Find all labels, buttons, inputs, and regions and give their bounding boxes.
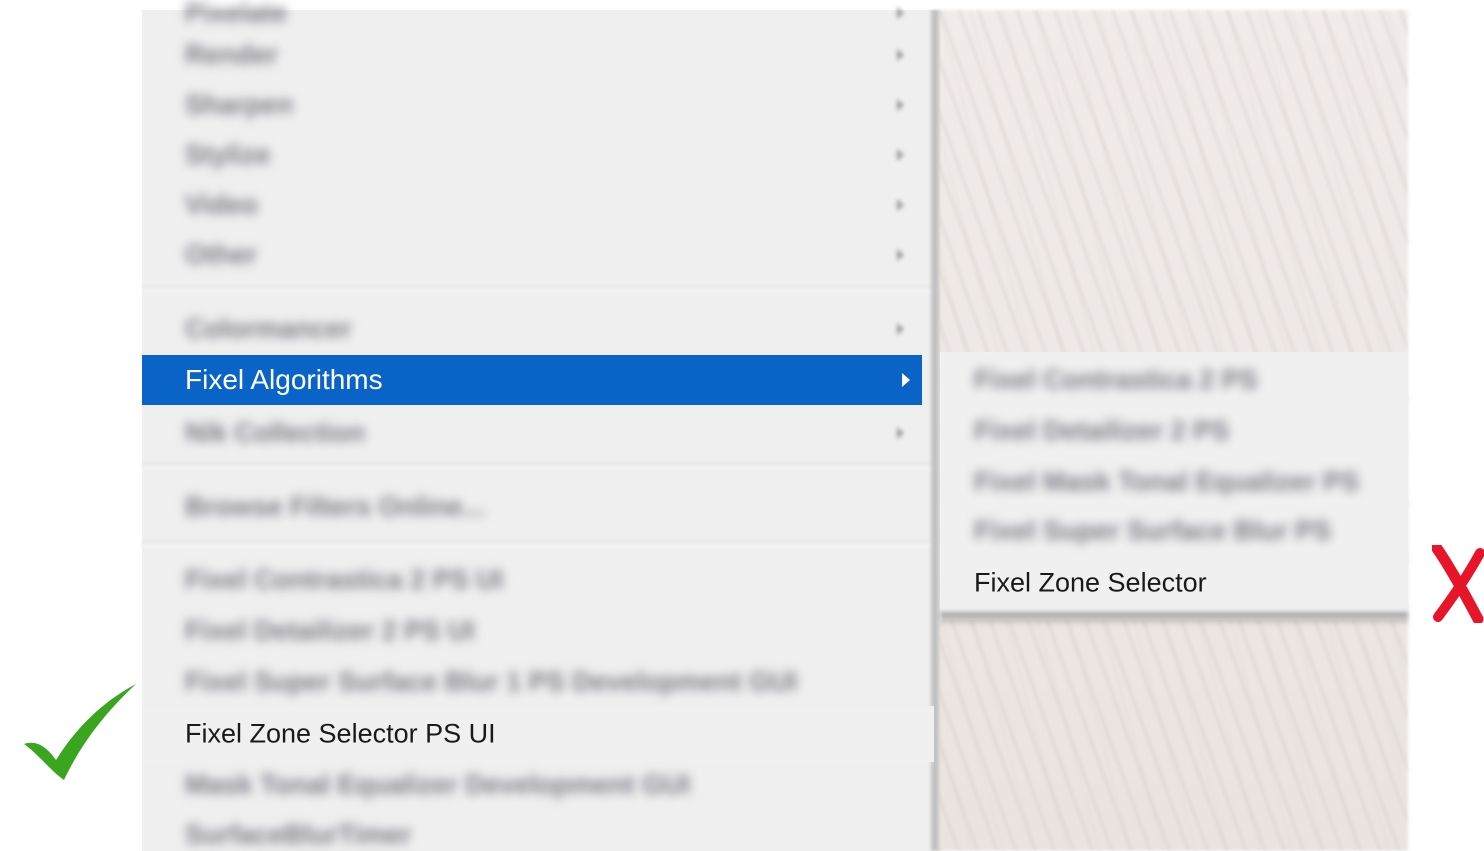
menu-item-surface-blur-timer[interactable]: SurfaceBlurTimer [142, 810, 934, 851]
menu-item-fixel-contrastica[interactable]: Fixel Contrastica 2 PS UI [142, 555, 934, 605]
menu-item-label: SurfaceBlurTimer [185, 819, 412, 850]
menu-item-label: Other [185, 239, 258, 270]
menu-item-mask-tonal-equalizer[interactable]: Mask Tonal Equalizer Development GUI [142, 760, 934, 810]
menu-item-fixel-algorithms[interactable]: Fixel Algorithms [142, 355, 922, 405]
submenu-item-super-surface-blur[interactable]: Fixel Super Surface Blur PS [940, 506, 1408, 556]
menu-item-fixel-detailizer[interactable]: Fixel Detailizer 2 PS UI [142, 606, 934, 656]
submenu-item-fixel-zone-selector[interactable]: Fixel Zone Selector [940, 558, 1408, 608]
menu-item-video[interactable]: Video [142, 180, 934, 230]
menu-item-label: Pixelate [185, 0, 288, 28]
menu-item-stylize[interactable]: Stylize [142, 130, 934, 180]
menu-item-label: Fixel Super Surface Blur 1 PS Developmen… [185, 666, 798, 697]
check-shape [24, 684, 136, 780]
menu-item-colormancer[interactable]: Colormancer [142, 304, 934, 354]
menu-separator [142, 285, 934, 293]
menu-item-label: Fixel Detailizer 2 PS UI [185, 615, 475, 646]
menu-separator [142, 462, 934, 470]
menu-item-browse-filters[interactable]: Browse Filters Online... [142, 482, 934, 532]
menu-item-sharpen[interactable]: Sharpen [142, 80, 934, 130]
menu-item-fixel-super-surface-blur[interactable]: Fixel Super Surface Blur 1 PS Developmen… [142, 657, 934, 707]
submenu-arrow-icon [897, 199, 904, 211]
menu-item-label: Fixel Algorithms [185, 364, 383, 395]
fixel-algorithms-submenu: Fixel Contrastica 2 PS Fixel Detailizer … [940, 352, 1408, 620]
green-check-icon [24, 684, 136, 780]
menu-separator [142, 540, 934, 548]
red-x-icon [1432, 545, 1484, 623]
menu-item-label: Render [185, 39, 279, 70]
menu-item-fixel-zone-selector-ps-ui[interactable]: Fixel Zone Selector PS UI [142, 706, 934, 762]
menu-item-render[interactable]: Render [142, 30, 934, 80]
menu-item-label: Fixel Zone Selector PS UI [185, 718, 496, 749]
menu-item-label: Fixel Contrastica 2 PS UI [185, 564, 504, 595]
submenu-item-label: Fixel Detailizer 2 PS [974, 415, 1230, 446]
submenu-item-contrastica[interactable]: Fixel Contrastica 2 PS [940, 355, 1408, 405]
menu-item-label: Nik Collection [185, 417, 366, 448]
menu-item-label: Sharpen [185, 89, 294, 120]
menu-item-nik-collection[interactable]: Nik Collection [142, 408, 934, 458]
submenu-item-label: Fixel Zone Selector [974, 567, 1207, 598]
submenu-arrow-icon [897, 149, 904, 161]
submenu-arrow-icon [897, 427, 904, 439]
submenu-arrow-icon [897, 99, 904, 111]
submenu-item-label: Fixel Contrastica 2 PS [974, 364, 1258, 395]
submenu-arrow-icon [897, 49, 904, 61]
submenu-item-detailizer[interactable]: Fixel Detailizer 2 PS [940, 406, 1408, 456]
submenu-arrow-icon [902, 373, 910, 387]
submenu-arrow-icon [897, 249, 904, 261]
submenu-arrow-icon [897, 7, 904, 19]
submenu-item-mask-tonal-equalizer[interactable]: Fixel Mask Tonal Equalizer PS [940, 457, 1408, 507]
submenu-shadow [940, 612, 1408, 626]
submenu-arrow-icon [897, 323, 904, 335]
menu-item-other[interactable]: Other [142, 230, 934, 280]
submenu-item-label: Fixel Super Surface Blur PS [974, 515, 1332, 546]
screenshot-stage: Pixelate Render Sharpen Stylize Video Ot… [0, 0, 1484, 851]
menu-item-label: Colormancer [185, 313, 352, 344]
menu-item-label: Browse Filters Online... [185, 491, 486, 522]
submenu-item-label: Fixel Mask Tonal Equalizer PS [974, 466, 1360, 497]
menu-item-label: Stylize [185, 139, 271, 170]
menu-item-label: Mask Tonal Equalizer Development GUI [185, 769, 691, 800]
menu-item-label: Video [185, 189, 259, 220]
